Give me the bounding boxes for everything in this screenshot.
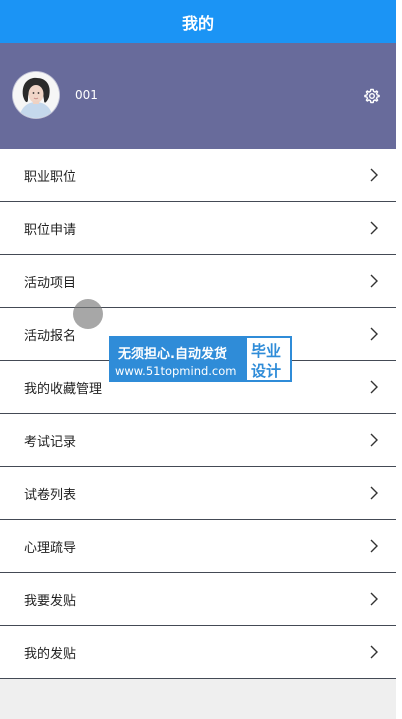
menu-item-label: 我要发贴: [24, 594, 77, 609]
right-edge-strip: [396, 0, 402, 719]
chevron-right-icon: [370, 274, 378, 288]
menu-item-activity-projects[interactable]: 活动项目: [0, 255, 396, 308]
chevron-right-icon: [370, 221, 378, 235]
username: 001: [75, 88, 98, 102]
profile-header: 001: [0, 43, 396, 149]
chevron-right-icon: [370, 592, 378, 606]
menu-item-my-posts[interactable]: 我的发贴: [0, 626, 396, 679]
bottom-empty-area: [0, 679, 396, 719]
menu-item-counseling[interactable]: 心理疏导: [0, 520, 396, 573]
chevron-right-icon: [370, 380, 378, 394]
menu-item-label: 活动报名: [24, 329, 77, 344]
chevron-right-icon: [370, 327, 378, 341]
watermark-line2: www.51topmind.com: [115, 364, 237, 378]
gear-icon: [364, 88, 380, 104]
menu-item-label: 考试记录: [24, 435, 77, 450]
chevron-right-icon: [370, 168, 378, 182]
chevron-right-icon: [370, 486, 378, 500]
menu-item-new-post[interactable]: 我要发贴: [0, 573, 396, 626]
touch-indicator: [73, 299, 103, 329]
menu-item-label: 我的收藏管理: [24, 382, 103, 397]
menu-list: 职业职位 职位申请 活动项目 活动报名 我的收藏管理 考试记录 试卷列表 心理疏…: [0, 149, 396, 679]
settings-button[interactable]: [362, 86, 382, 106]
watermark-left-panel: 无须担心.自动发货 www.51topmind.com: [112, 337, 246, 381]
menu-item-label: 职位申请: [24, 223, 77, 238]
menu-item-job-positions[interactable]: 职业职位: [0, 149, 396, 202]
menu-item-job-application[interactable]: 职位申请: [0, 202, 396, 255]
watermark-line1: 无须担心.自动发货: [118, 347, 227, 362]
chevron-right-icon: [370, 433, 378, 447]
avatar-photo-icon: [13, 72, 59, 118]
chevron-right-icon: [370, 645, 378, 659]
top-navigation-bar: 我的: [0, 0, 396, 43]
watermark-right-panel: 毕业 设计: [247, 338, 290, 380]
menu-item-label: 心理疏导: [24, 541, 77, 556]
menu-item-label: 职业职位: [24, 170, 77, 185]
watermark-right-top: 毕业: [251, 342, 282, 360]
avatar: [13, 72, 59, 118]
menu-item-label: 活动项目: [24, 276, 77, 291]
chevron-right-icon: [370, 539, 378, 553]
menu-item-label: 试卷列表: [24, 488, 77, 503]
watermark-banner: 无须担心.自动发货 www.51topmind.com 毕业 设计: [109, 336, 292, 382]
page-title: 我的: [181, 13, 214, 33]
watermark-right-bottom: 设计: [251, 362, 282, 380]
menu-item-label: 我的发贴: [24, 647, 77, 662]
menu-item-exam-papers[interactable]: 试卷列表: [0, 467, 396, 520]
menu-item-exam-records[interactable]: 考试记录: [0, 414, 396, 467]
